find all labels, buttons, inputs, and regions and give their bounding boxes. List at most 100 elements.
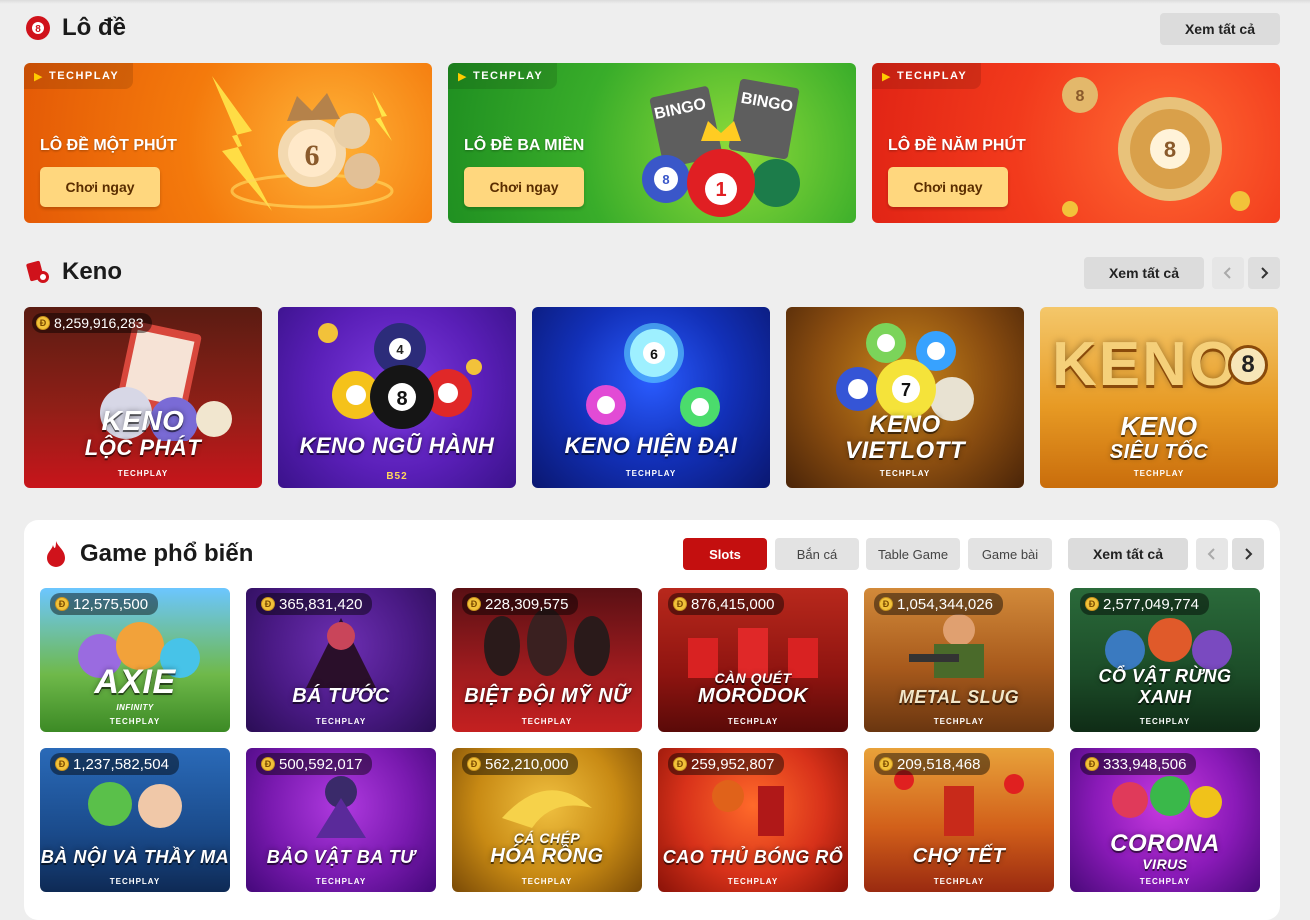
- popular-prev-button[interactable]: [1196, 538, 1228, 570]
- game-card-biet-doi-my-nu[interactable]: Đ 228,309,575 BIỆT ĐỘI MỸ NỮ TECHPLAY: [452, 588, 642, 732]
- lode-card-ba-mien[interactable]: ▶ TECHPLAY BINGO BINGO 8 1 LÔ ĐỀ BA MIỀN …: [448, 63, 856, 223]
- keno-next-button[interactable]: [1248, 257, 1280, 289]
- game-card-corona-virus[interactable]: Đ 333,948,506 CORONA VIRUS TECHPLAY: [1070, 748, 1260, 892]
- filter-ban-ca[interactable]: Bắn cá: [775, 538, 859, 570]
- svg-text:8: 8: [396, 388, 407, 410]
- lottery-ball-icon: 8: [24, 14, 52, 42]
- game-card-ba-noi-va-thay-ma[interactable]: Đ 1,237,582,504 BÀ NỘI VÀ THẦY MA TECHPLA…: [40, 748, 230, 892]
- lode-card-mot-phut[interactable]: ▶ TECHPLAY 6 LÔ ĐỀ MỘT PHÚT Chơi ngay: [24, 63, 432, 223]
- heroines-illustration: [484, 608, 610, 676]
- basketball-player-illustration: [712, 780, 784, 836]
- virus-monsters-illustration: [1112, 776, 1222, 818]
- provider-label: TECHPLAY: [521, 717, 573, 726]
- coin-icon: Đ: [261, 757, 275, 771]
- svg-text:8: 8: [1164, 137, 1176, 162]
- game-title: KENO: [869, 411, 941, 438]
- svg-text:8: 8: [662, 172, 669, 187]
- keno-prev-button[interactable]: [1212, 257, 1244, 289]
- game-title: KENO HIỆN ĐẠI: [564, 433, 738, 458]
- game-title: HÓA RỒNG: [490, 845, 604, 867]
- game-card-cao-thu-bong-ro[interactable]: Đ 259,952,807 CAO THỦ BÓNG RỔ TECHPLAY: [658, 748, 848, 892]
- game-card-ca-chep-hoa-rong[interactable]: Đ 562,210,000 CÁ CHÉP HÓA RỒNG TECHPLAY: [452, 748, 642, 892]
- provider-label: TECHPLAY: [109, 717, 161, 726]
- game-title: AXIE: [94, 663, 176, 701]
- tet-market-illustration: [894, 770, 1024, 836]
- keno-card-sieu-toc[interactable]: KENO 8 KENO SIÊU TỐC TECHPLAY: [1040, 307, 1278, 488]
- provider-label: TECHPLAY: [727, 877, 779, 886]
- keno-see-all-button[interactable]: Xem tất cả: [1084, 257, 1204, 289]
- chevron-right-icon: [1245, 548, 1253, 560]
- popular-see-all-button[interactable]: Xem tất cả: [1068, 538, 1188, 570]
- game-subtitle: INFINITY: [116, 703, 154, 712]
- chevron-right-icon: [1261, 267, 1269, 279]
- coin-icon: Đ: [55, 757, 69, 771]
- game-card-bao-vat-ba-tu[interactable]: Đ 500,592,017 BẢO VẬT BA TƯ TECHPLAY: [246, 748, 436, 892]
- game-card-morodok[interactable]: Đ 876,415,000 CÀN QUÉT MORODOK TECHPLAY: [658, 588, 848, 732]
- jackpot-badge: Đ 259,952,807: [668, 753, 785, 775]
- play-now-button[interactable]: Chơi ngay: [40, 167, 160, 207]
- filter-table-game[interactable]: Table Game: [866, 538, 960, 570]
- section-title-popular: Game phổ biến: [80, 540, 254, 567]
- game-title: BẢO VẬT BA TƯ: [266, 847, 416, 867]
- game-subtitle: LỘC PHÁT: [84, 435, 202, 460]
- lode-card-nam-phut[interactable]: ▶ TECHPLAY 8 8 LÔ ĐỀ NĂM PHÚT Chơi ngay: [872, 63, 1280, 223]
- jackpot-badge: Đ 228,309,575: [462, 593, 579, 615]
- section-title-lode: Lô đề: [62, 14, 126, 41]
- jackpot-badge: Đ 500,592,017: [256, 753, 373, 775]
- provider-label: TECHPLAY: [521, 877, 573, 886]
- play-now-button[interactable]: Chơi ngay: [464, 167, 584, 207]
- soldier-illustration: [909, 614, 984, 678]
- game-card-metal-slug[interactable]: Đ 1,054,344,026 METAL SLUG TECHPLAY: [864, 588, 1054, 732]
- popular-next-button[interactable]: [1232, 538, 1264, 570]
- game-subtitle: VIRUS: [1142, 856, 1188, 872]
- lode-card-name: LÔ ĐỀ BA MIỀN: [464, 137, 585, 154]
- techplay-logo: ▶ TECHPLAY: [872, 63, 982, 89]
- lode-card-name: LÔ ĐỀ MỘT PHÚT: [40, 137, 177, 154]
- jackpot-badge: Đ 12,575,500: [50, 593, 159, 615]
- grandma-ghost-illustration: [88, 782, 182, 828]
- keno-header: Keno: [24, 254, 122, 290]
- keno-card-vietlott[interactable]: 7 KENO VIETLOTT TECHPLAY: [786, 307, 1024, 488]
- billiard-balls-illustration: 4 8: [318, 323, 482, 429]
- keno-card-hien-dai[interactable]: 6 KENO HIỆN ĐẠI TECHPLAY: [532, 307, 770, 488]
- jackpot-badge: Đ 562,210,000: [462, 753, 579, 775]
- lode-see-all-button[interactable]: Xem tất cả: [1160, 13, 1280, 45]
- chevron-left-icon: [1207, 548, 1215, 560]
- provider-label: TECHPLAY: [727, 717, 779, 726]
- top-divider: [0, 0, 1310, 4]
- jackpot-badge: Đ 333,948,506: [1080, 753, 1197, 775]
- provider-label: TECHPLAY: [1139, 717, 1191, 726]
- bingo-balls-illustration: BINGO BINGO 8 1: [642, 78, 800, 217]
- provider-label: TECHPLAY: [933, 877, 985, 886]
- provider-label: TECHPLAY: [117, 469, 169, 478]
- game-card-axie[interactable]: Đ 12,575,500 AXIE INFINITY TECHPLAY: [40, 588, 230, 732]
- play-now-button[interactable]: Chơi ngay: [888, 167, 1008, 207]
- game-card-co-vat-rung-xanh[interactable]: Đ 2,577,049,774 CỔ VẬT RỪNG XANH TECHPLAY: [1070, 588, 1260, 732]
- jackpot-badge: Đ 209,518,468: [874, 753, 991, 775]
- glowing-balls-illustration: 6: [586, 323, 720, 427]
- keno-ticket-icon: [24, 258, 52, 286]
- keno-card-loc-phat[interactable]: Đ 8,259,916,283 KENO LỘC PHÁT TECHPLAY: [24, 307, 262, 488]
- game-title: MORODOK: [697, 685, 809, 707]
- filter-slots[interactable]: Slots: [683, 538, 767, 570]
- golden-ball-illustration: 8 8: [1062, 77, 1250, 217]
- coin-icon: Đ: [467, 757, 481, 771]
- jackpot-badge: Đ 876,415,000: [668, 593, 785, 615]
- game-card-cho-tet[interactable]: Đ 209,518,468 CHỢ TẾT TECHPLAY: [864, 748, 1054, 892]
- svg-text:8: 8: [1076, 88, 1085, 105]
- fire-icon: [42, 540, 70, 568]
- game-subtitle: VIETLOTT: [845, 437, 965, 464]
- coin-icon: Đ: [673, 757, 687, 771]
- coin-icon: Đ: [467, 597, 481, 611]
- techplay-mark-icon: ▶: [458, 70, 468, 83]
- techplay-mark-icon: ▶: [34, 70, 44, 83]
- game-title: CORONA: [1110, 830, 1220, 857]
- golden-carp-illustration: [502, 790, 592, 828]
- game-title: BIỆT ĐỘI MỸ NỮ: [464, 685, 630, 707]
- keno-card-ngu-hanh[interactable]: 4 8 KENO NGŨ HÀNH B52: [278, 307, 516, 488]
- techplay-mark-icon: ▶: [882, 70, 892, 83]
- lode-header: 8 Lô đề: [24, 10, 126, 46]
- game-card-ba-tuoc[interactable]: Đ 365,831,420 BÁ TƯỚC TECHPLAY: [246, 588, 436, 732]
- filter-game-bai[interactable]: Game bài: [968, 538, 1052, 570]
- provider-label: TECHPLAY: [1139, 877, 1191, 886]
